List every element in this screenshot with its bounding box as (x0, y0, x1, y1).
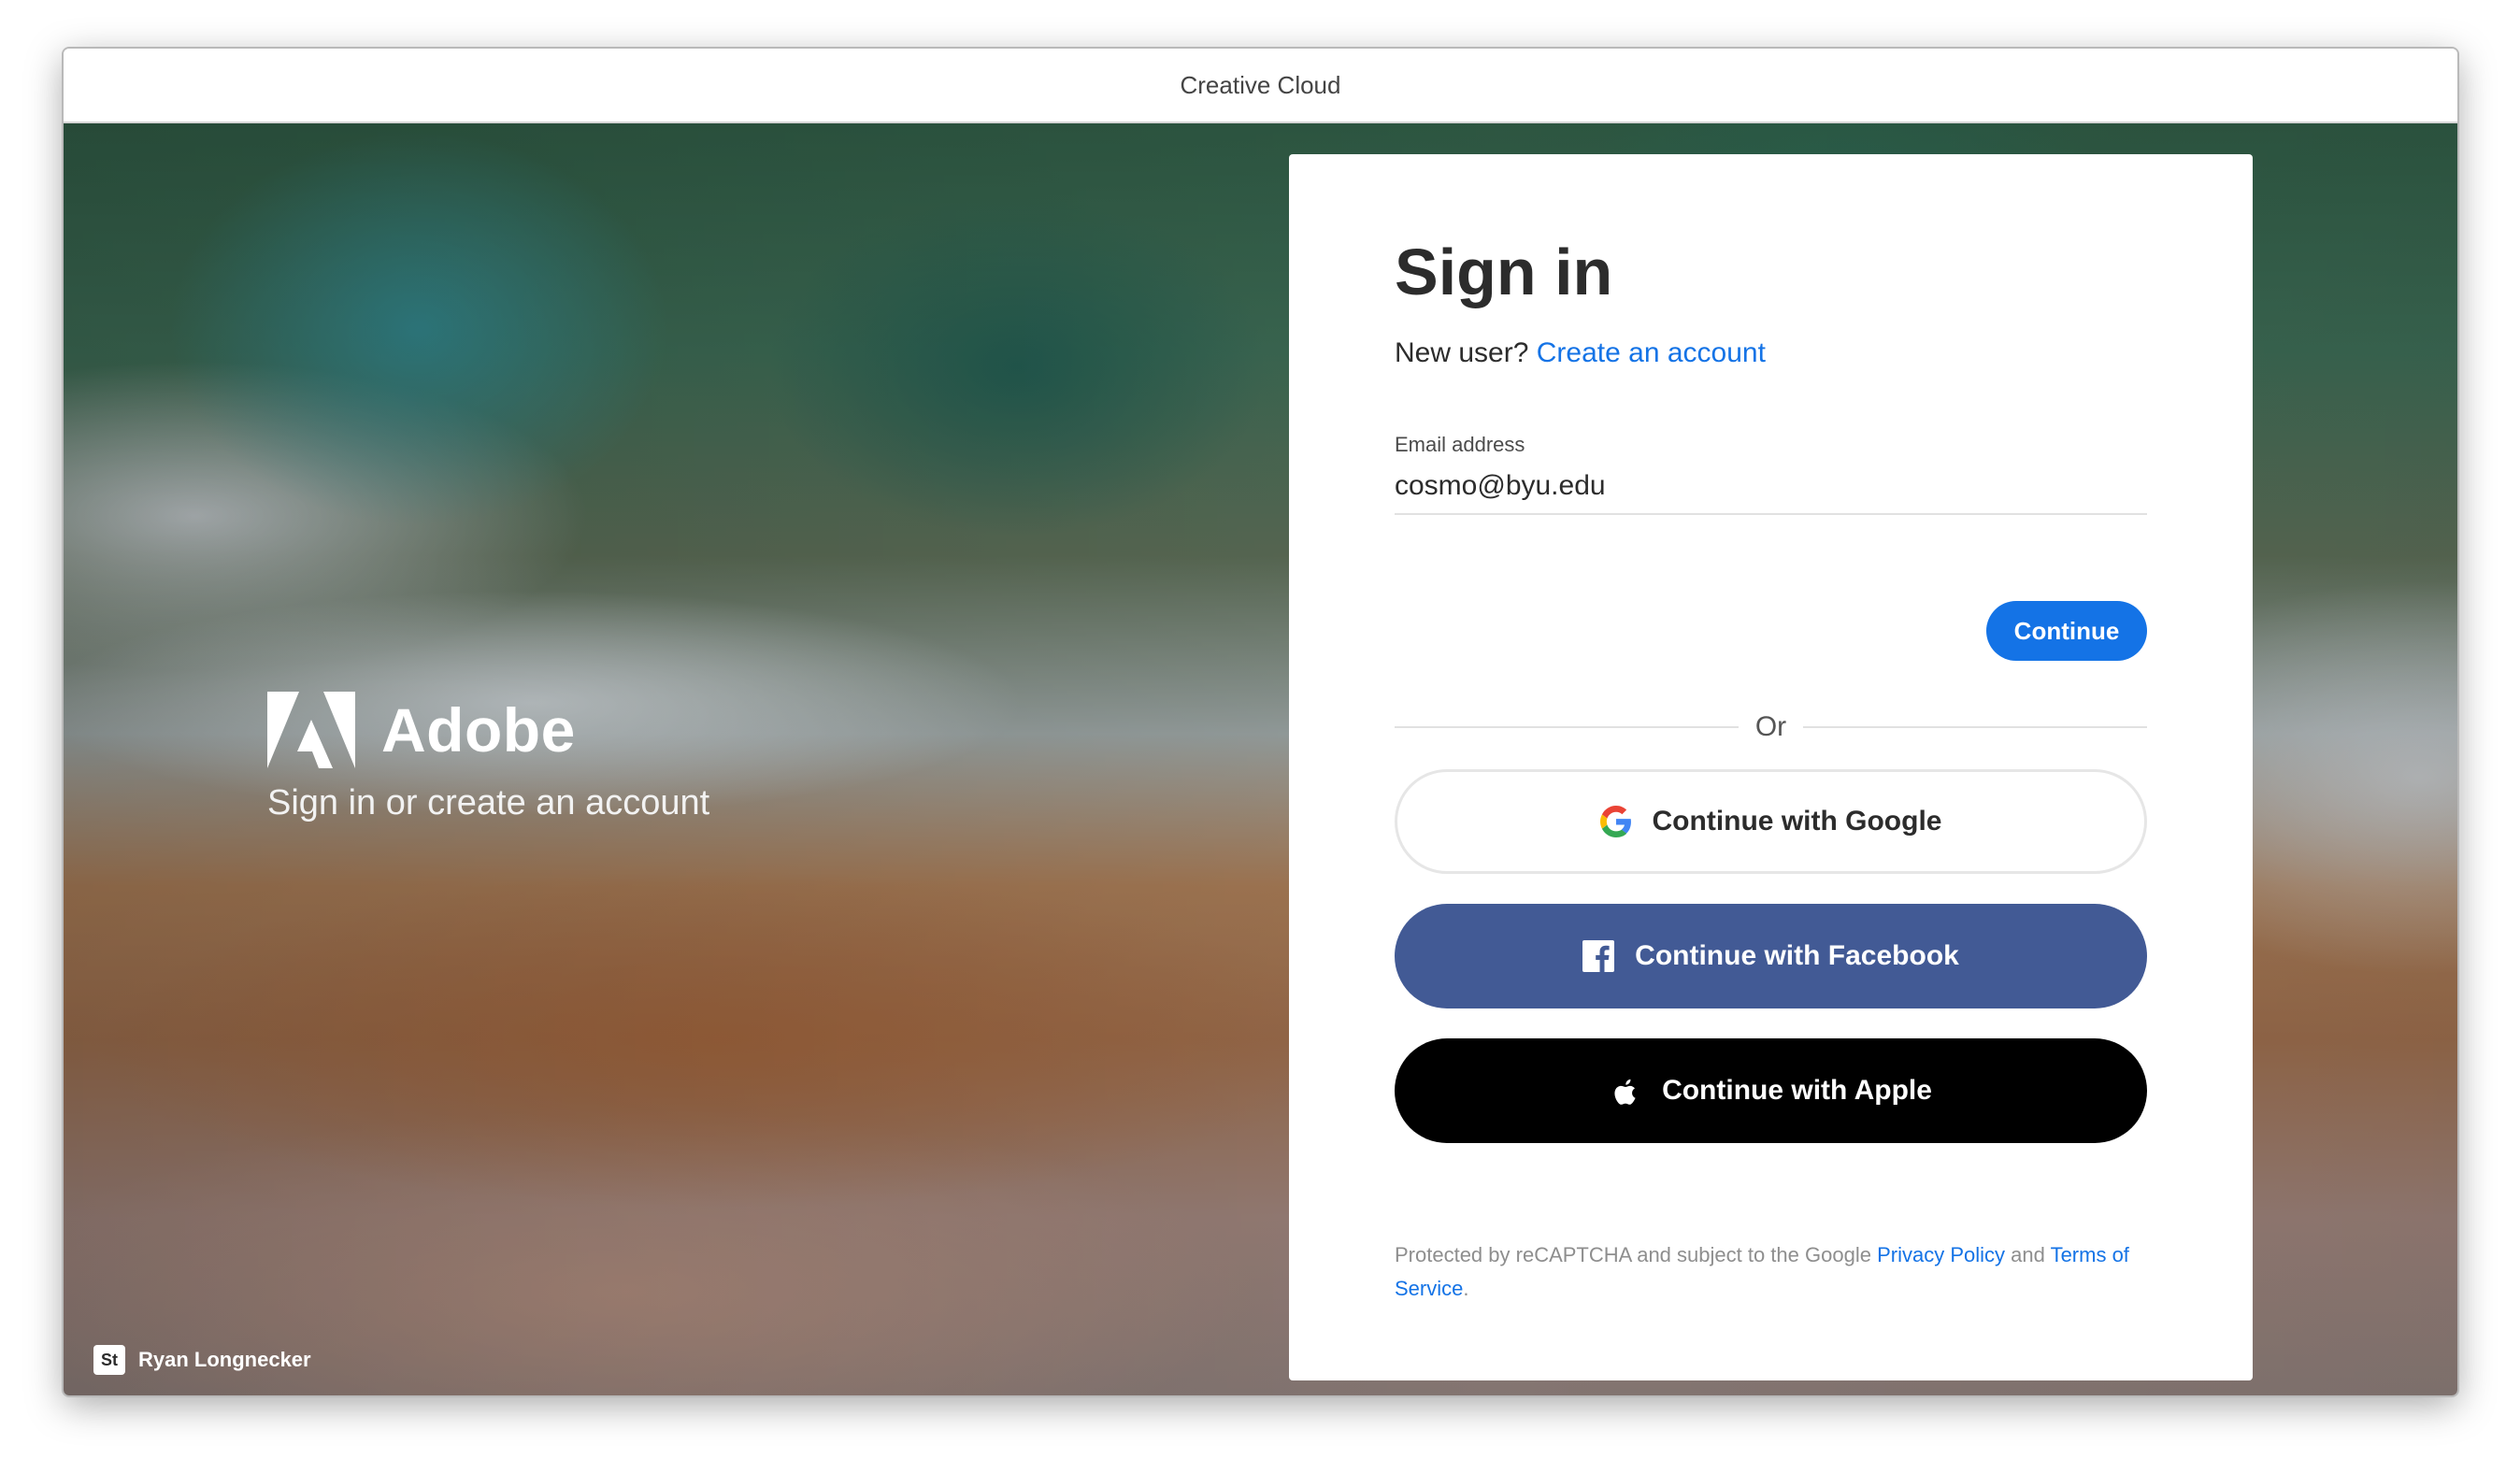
continue-with-google-button[interactable]: Continue with Google (1395, 769, 2147, 874)
app-window: Creative Cloud Adobe Sign in or create a… (64, 49, 2457, 1395)
legal-prefix: Protected by reCAPTCHA and subject to th… (1395, 1243, 1871, 1266)
legal-suffix: . (1463, 1277, 1469, 1300)
brand-name: Adobe (381, 695, 576, 765)
facebook-button-label: Continue with Facebook (1635, 940, 1959, 971)
privacy-policy-link[interactable]: Privacy Policy (1877, 1243, 2005, 1266)
brand-block: Adobe Sign in or create an account (267, 692, 709, 823)
create-account-link[interactable]: Create an account (1537, 337, 1766, 368)
window-titlebar: Creative Cloud (64, 49, 2457, 123)
facebook-icon (1582, 940, 1615, 972)
apple-button-label: Continue with Apple (1662, 1075, 1932, 1106)
photo-author: Ryan Longnecker (138, 1348, 311, 1371)
signin-card: Sign in New user? Create an account Emai… (1289, 154, 2253, 1380)
window-title: Creative Cloud (1180, 70, 1341, 99)
divider-text: Or (1754, 711, 1787, 742)
or-divider: Or (1395, 711, 2148, 743)
email-field[interactable] (1395, 470, 2147, 515)
divider-line-right (1803, 726, 2148, 728)
photo-credit[interactable]: St Ryan Longnecker (93, 1345, 311, 1375)
new-user-prompt: New user? Create an account (1395, 337, 2147, 369)
divider-line-left (1395, 726, 1739, 728)
continue-with-facebook-button[interactable]: Continue with Facebook (1395, 904, 2147, 1008)
google-button-label: Continue with Google (1652, 806, 1942, 837)
adobe-stock-icon: St (93, 1345, 125, 1375)
google-icon (1599, 806, 1631, 837)
brand-tagline: Sign in or create an account (267, 783, 710, 822)
continue-with-apple-button[interactable]: Continue with Apple (1395, 1038, 2147, 1143)
apple-icon (1614, 1079, 1636, 1105)
legal-notice: Protected by reCAPTCHA and subject to th… (1395, 1238, 2147, 1306)
email-label: Email address (1395, 433, 1525, 456)
page-title: Sign in (1395, 236, 1613, 308)
new-user-text: New user? (1395, 337, 1529, 368)
legal-conjunction: and (2011, 1243, 2045, 1266)
background-photo: Adobe Sign in or create an account St Ry… (64, 123, 2457, 1395)
adobe-logo-icon (267, 692, 355, 768)
continue-button[interactable]: Continue (1986, 601, 2147, 661)
